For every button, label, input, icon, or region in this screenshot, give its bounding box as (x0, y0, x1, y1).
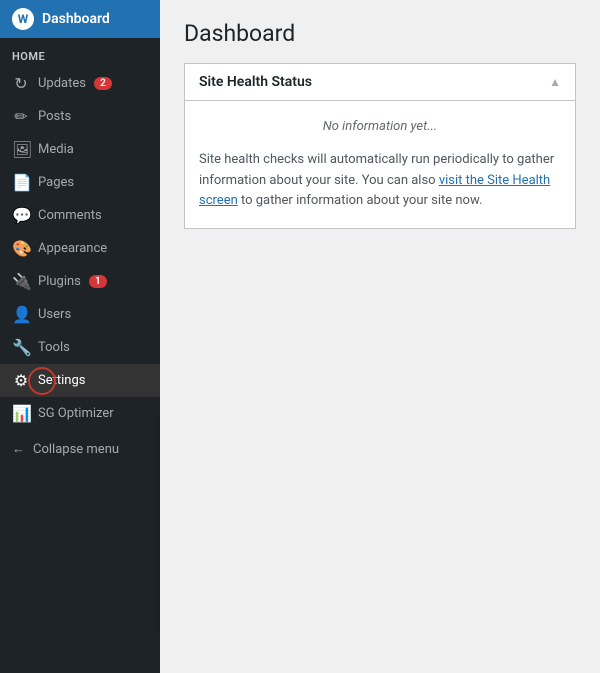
sidebar: W Dashboard Home ↻ Updates 2 ✏ Posts 🖼 M… (0, 0, 160, 673)
updates-label: Updates (38, 76, 86, 91)
media-icon: 🖼 (12, 140, 30, 159)
sidebar-item-label: Posts (38, 109, 71, 124)
toggle-arrow-icon[interactable]: ▲ (549, 75, 561, 89)
sg-optimizer-icon: 📊 (12, 404, 30, 423)
sidebar-item-label: Appearance (38, 241, 107, 256)
sidebar-item-label: Users (38, 307, 71, 322)
no-info-text: No information yet... (199, 117, 561, 138)
sidebar-item-media[interactable]: 🖼 Media (0, 133, 160, 166)
collapse-menu[interactable]: ← Collapse menu (0, 434, 160, 464)
widget-header[interactable]: Site Health Status ▲ (185, 64, 575, 101)
sidebar-item-users[interactable]: 👤 Users (0, 298, 160, 331)
updates-icon: ↻ (12, 74, 30, 93)
widget-description: Site health checks will automatically ru… (199, 150, 561, 212)
sidebar-item-label: Comments (38, 208, 102, 223)
sidebar-header[interactable]: W Dashboard (0, 0, 160, 38)
page-title: Dashboard (184, 20, 576, 47)
sidebar-item-label: Pages (38, 175, 74, 190)
wp-logo-letter: W (18, 12, 29, 26)
sidebar-item-appearance[interactable]: 🎨 Appearance (0, 232, 160, 265)
pages-icon: 📄 (12, 173, 30, 192)
widget-title: Site Health Status (199, 74, 312, 90)
sidebar-item-sg-optimizer[interactable]: 📊 SG Optimizer (0, 397, 160, 430)
sidebar-item-plugins[interactable]: 🔌 Plugins 1 (0, 265, 160, 298)
site-health-widget: Site Health Status ▲ No information yet.… (184, 63, 576, 229)
sidebar-item-label: Media (38, 142, 74, 157)
tools-icon: 🔧 (12, 338, 30, 357)
widget-body: No information yet... Site health checks… (185, 101, 575, 228)
sidebar-item-label: Plugins (38, 274, 81, 289)
collapse-icon: ← (12, 441, 25, 457)
sidebar-item-tools[interactable]: 🔧 Tools (0, 331, 160, 364)
sidebar-item-settings[interactable]: ⚙ Settings (0, 364, 160, 397)
appearance-icon: 🎨 (12, 239, 30, 258)
description-after: to gather information about your site no… (238, 193, 483, 208)
main-content: Dashboard Site Health Status ▲ No inform… (160, 0, 600, 673)
plugins-badge: 1 (89, 275, 107, 288)
sidebar-item-label: SG Optimizer (38, 406, 114, 421)
home-section-label: Home (0, 38, 160, 67)
cursor-ring (28, 367, 56, 395)
sidebar-header-title: Dashboard (42, 11, 110, 27)
collapse-label: Collapse menu (33, 442, 119, 457)
updates-badge: 2 (94, 77, 112, 90)
sidebar-item-label: Tools (38, 340, 70, 355)
posts-icon: ✏ (12, 107, 30, 126)
sidebar-item-posts[interactable]: ✏ Posts (0, 100, 160, 133)
sidebar-item-comments[interactable]: 💬 Comments (0, 199, 160, 232)
sidebar-item-updates[interactable]: ↻ Updates 2 (0, 67, 160, 100)
sidebar-item-pages[interactable]: 📄 Pages (0, 166, 160, 199)
plugins-icon: 🔌 (12, 272, 30, 291)
users-icon: 👤 (12, 305, 30, 324)
comments-icon: 💬 (12, 206, 30, 225)
wordpress-icon: W (12, 8, 34, 30)
